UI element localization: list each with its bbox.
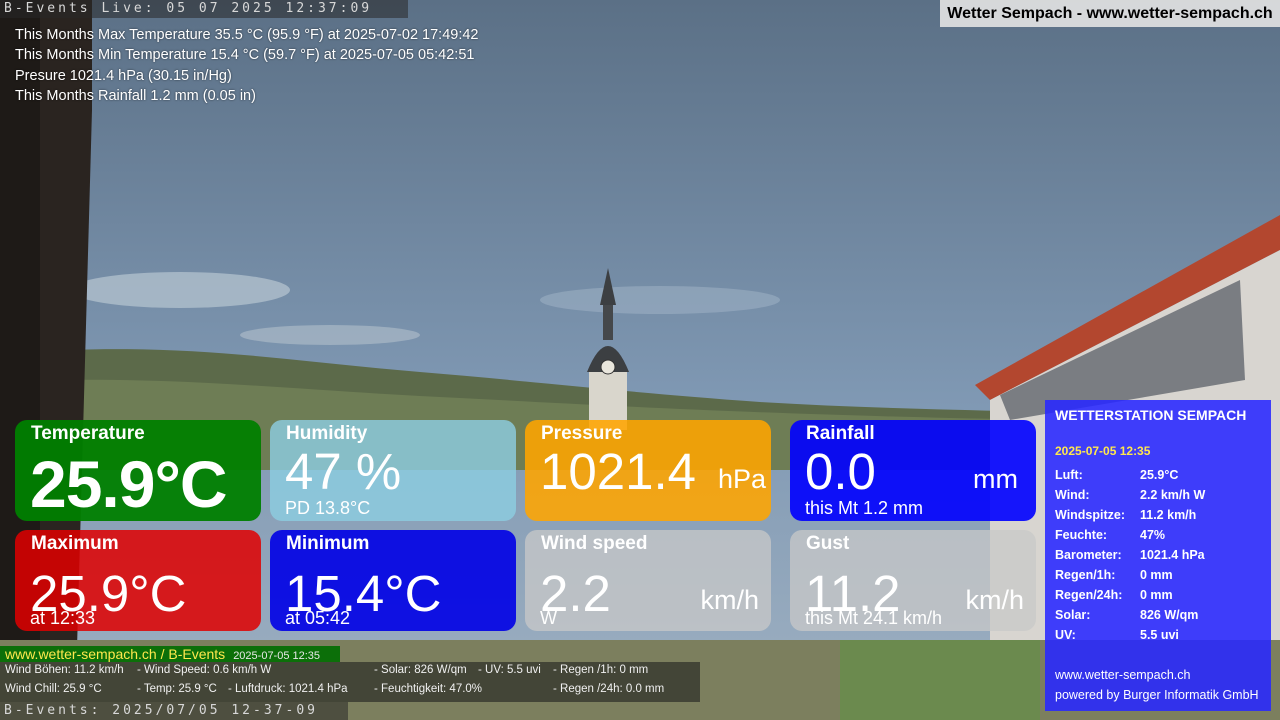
row-value: 0 mm: [1140, 588, 1173, 602]
rainfall-unit: mm: [973, 464, 1018, 494]
station-row-barometer: Barometer: 1021.4 hPa: [1055, 548, 1271, 568]
stat-rainfall: This Months Rainfall 1.2 mm (0.05 in): [15, 87, 256, 104]
wind-speed-text: - Wind Speed: 0.6 km/h W: [137, 664, 272, 676]
row-key: Windspitze:: [1055, 508, 1126, 522]
station-row-solar: Solar: 826 W/qm: [1055, 608, 1271, 628]
tile-label: Minimum: [286, 533, 370, 554]
station-powered-by: powered by Burger Informatik GmbH: [1055, 688, 1259, 702]
wind-direction: W: [540, 608, 557, 628]
row-key: Wind:: [1055, 488, 1090, 502]
temp-text: - Temp: 25.9 °C: [137, 683, 217, 695]
rainfall-tile: Rainfall 0.0 mm this Mt 1.2 mm: [790, 420, 1036, 521]
row-key: Feuchte:: [1055, 528, 1108, 542]
regen-1h-text: - Regen /1h: 0 mm: [553, 664, 649, 676]
station-row-feuchte: Feuchte: 47%: [1055, 528, 1271, 548]
row-value: 11.2 km/h: [1140, 508, 1197, 522]
site-link-date: 2025-07-05 12:35: [233, 650, 321, 662]
row-value: 1021.4 hPa: [1140, 548, 1205, 562]
row-key: Solar:: [1055, 608, 1091, 622]
minimum-tile: Minimum 15.4°C at 05:42: [270, 530, 516, 631]
row-value: 0 mm: [1140, 568, 1173, 582]
live-timestamp-ticker: B-Events Live: 05 07 2025 12:37:09: [0, 0, 408, 18]
row-key: Regen/1h:: [1055, 568, 1116, 582]
station-row-luft: Luft: 25.9°C: [1055, 468, 1271, 488]
minimum-time: at 05:42: [285, 608, 351, 628]
station-date: 2025-07-05 12:35: [1055, 444, 1151, 458]
rainfall-value: 0.0: [805, 443, 876, 500]
gust-month: this Mt 24.1 km/h: [805, 608, 943, 628]
row-value: 2.2 km/h W: [1140, 488, 1206, 502]
tile-label: Gust: [806, 533, 850, 554]
stat-min-temperature: This Months Min Temperature 15.4 °C (59.…: [15, 47, 475, 64]
pressure-tile: Pressure 1021.4 hPa: [525, 420, 771, 521]
wind-chill: Wind Chill: 25.9 °C: [5, 683, 102, 695]
wind-speed-tile: Wind speed 2.2 km/h W: [525, 530, 771, 631]
pressure-value: 1021.4: [540, 443, 696, 500]
row-key: Luft:: [1055, 468, 1083, 482]
station-row-uv: UV: 5.5 uvi: [1055, 628, 1271, 648]
station-row-wind: Wind: 2.2 km/h W: [1055, 488, 1271, 508]
tile-label: Maximum: [31, 533, 119, 554]
pressure-unit: hPa: [718, 464, 767, 494]
bottom-timestamp-ticker: B-Events: 2025/07/05 12-37-09: [0, 702, 348, 720]
site-link-bar: www.wetter-sempach.ch / B-Events 2025-07-…: [0, 646, 340, 662]
row-value: 5.5 uvi: [1140, 628, 1179, 642]
dew-point: PD 13.8°C: [285, 498, 371, 518]
weather-info-band: Wind Böhen: 11.2 km/h - Wind Speed: 0.6 …: [0, 662, 700, 702]
temperature-tile: Temperature 25.9°C: [15, 420, 261, 521]
row-value: 826 W/qm: [1140, 608, 1199, 622]
maximum-tile: Maximum 25.9°C at 12:33: [15, 530, 261, 631]
wind-boehen: Wind Böhen: 11.2 km/h: [5, 664, 124, 676]
row-value: 47%: [1140, 528, 1166, 542]
site-link: www.wetter-sempach.ch / B-Events: [5, 646, 226, 662]
stat-max-temperature: This Months Max Temperature 35.5 °C (95.…: [15, 27, 479, 43]
stat-pressure: Presure 1021.4 hPa (30.15 in/Hg): [15, 67, 232, 84]
station-url: www.wetter-sempach.ch: [1055, 668, 1191, 682]
uv-text: - UV: 5.5 uvi: [478, 664, 541, 676]
tile-label: Wind speed: [541, 533, 648, 554]
station-row-regen24h: Regen/24h: 0 mm: [1055, 588, 1271, 608]
humidity-tile: Humidity 47 % PD 13.8°C: [270, 420, 516, 521]
row-key: Regen/24h:: [1055, 588, 1123, 602]
row-key: UV:: [1055, 628, 1076, 642]
wind-speed-unit: km/h: [700, 585, 759, 615]
feuchtigkeit-text: - Feuchtigkeit: 47.0%: [374, 683, 483, 695]
row-value: 25.9°C: [1140, 468, 1179, 482]
humidity-value: 47 %: [285, 443, 402, 500]
temperature-value: 25.9°C: [30, 447, 228, 521]
gust-unit: km/h: [965, 585, 1024, 615]
station-title: WETTERSTATION SEMPACH: [1055, 407, 1247, 423]
monthly-stats: This Months Max Temperature 35.5 °C (95.…: [15, 25, 479, 106]
station-row-regen1h: Regen/1h: 0 mm: [1055, 568, 1271, 588]
solar-text: - Solar: 826 W/qm: [374, 664, 467, 676]
row-key: Barometer:: [1055, 548, 1122, 562]
gust-tile: Gust 11.2 km/h this Mt 24.1 km/h: [790, 530, 1036, 631]
station-row-windspitze: Windspitze: 11.2 km/h: [1055, 508, 1271, 528]
rainfall-month: this Mt 1.2 mm: [805, 498, 924, 518]
maximum-time: at 12:33: [30, 608, 96, 628]
tile-label: Temperature: [31, 423, 145, 444]
site-title: Wetter Sempach - www.wetter-sempach.ch: [940, 0, 1280, 27]
luftdruck-text: - Luftdruck: 1021.4 hPa: [228, 683, 348, 695]
station-panel: WETTERSTATION SEMPACH 2025-07-05 12:35 L…: [1045, 400, 1271, 711]
regen-24h-text: - Regen /24h: 0.0 mm: [553, 683, 665, 695]
